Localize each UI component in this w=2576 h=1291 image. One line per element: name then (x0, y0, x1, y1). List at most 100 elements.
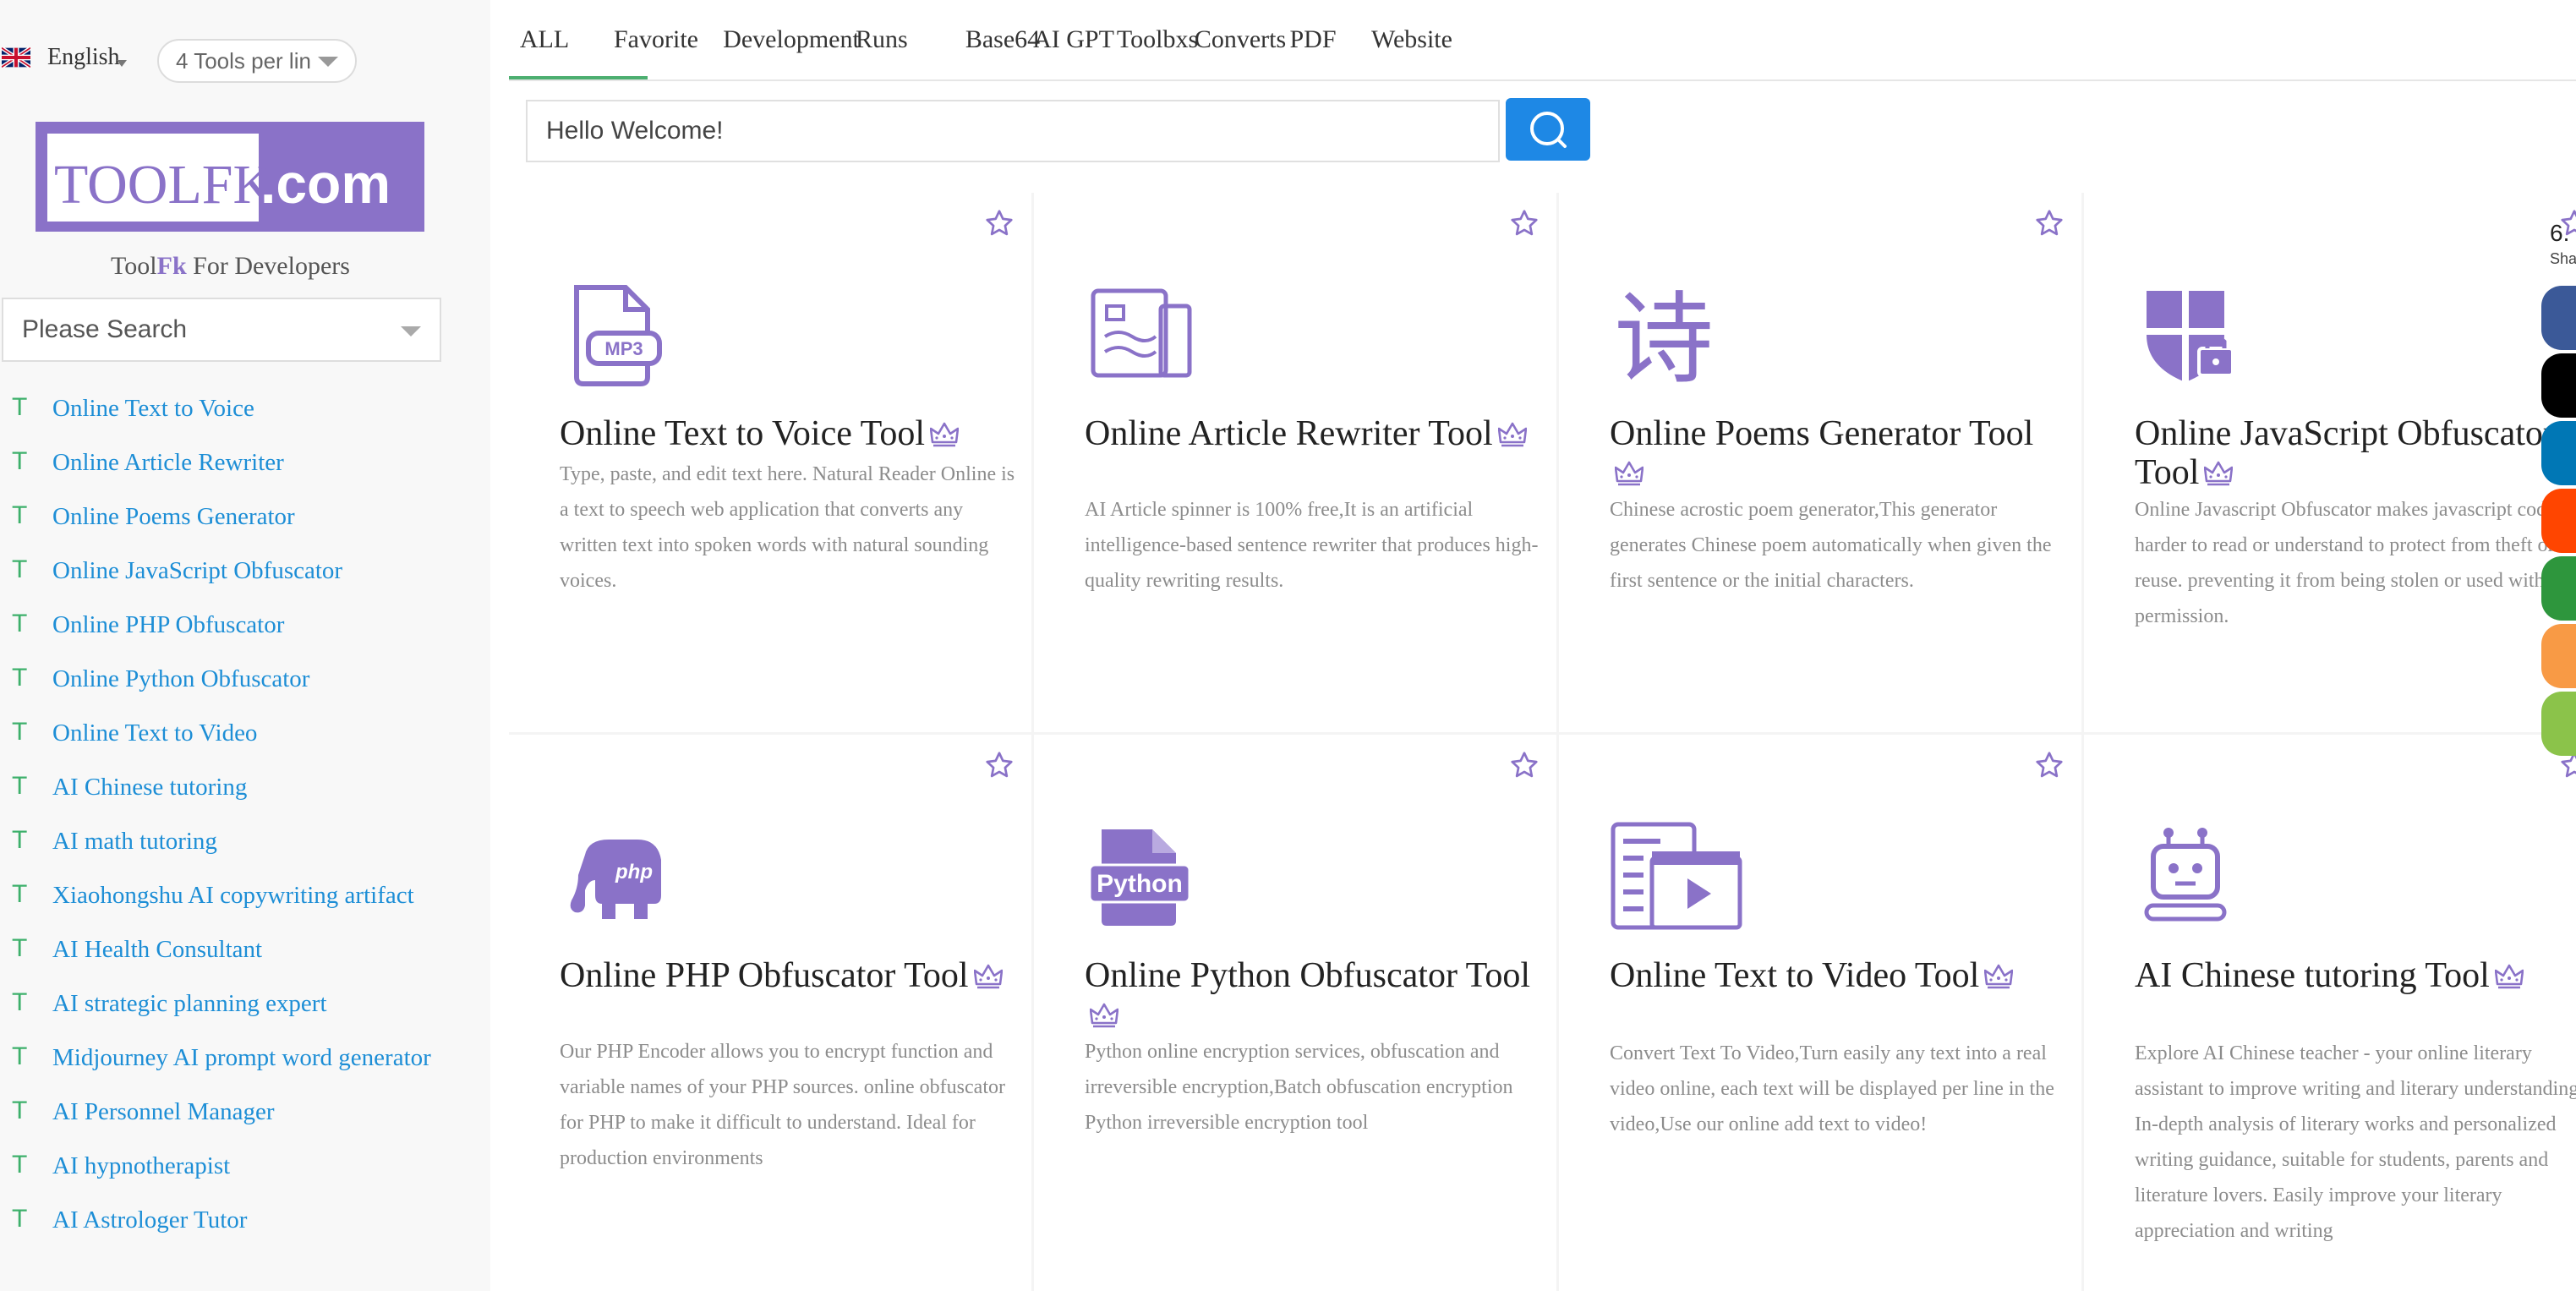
sidebar-item[interactable]: T Online Text to Voice (0, 391, 473, 445)
category-tabs: ALL Favorite Development Runs Base64 AI GPT To… (509, 0, 2576, 81)
tool-card[interactable]: Online Article Rewriter Tool AI Article s… (1034, 193, 1556, 732)
tool-card-title[interactable]: Online JavaScript Obfuscator Tool (2135, 414, 2576, 495)
sidebar-item[interactable]: T AI Chinese tutoring (0, 769, 473, 823)
sidebar-item-label[interactable]: AI math tutoring (52, 823, 467, 859)
sidebar-item[interactable]: T Online PHP Obfuscator (0, 607, 473, 661)
mp3-file-icon: MP3 (560, 279, 670, 389)
tool-card-title[interactable]: AI Chinese tutoring Tool (2135, 956, 2576, 998)
douban-share-icon[interactable] (2541, 556, 2576, 621)
share-bar: 6. Sha (2541, 193, 2576, 785)
welcome-text: Hello Welcome! (546, 117, 724, 145)
uk-flag-icon (2, 47, 30, 68)
tab-all[interactable]: ALL (509, 25, 580, 54)
tool-grid: MP3 Online Text to Voice Tool Type, paste,… (509, 193, 2576, 1291)
crown-icon (1089, 998, 1119, 1037)
php-elephant-icon: php (560, 821, 670, 931)
tab-runs[interactable]: Runs (856, 25, 908, 54)
sidebar-item[interactable]: T Midjourney AI prompt word generator (0, 1040, 473, 1094)
reddit-share-icon[interactable] (2541, 489, 2576, 553)
tab-website[interactable]: Website (1370, 25, 1454, 54)
sidebar-item-label[interactable]: AI Chinese tutoring (52, 769, 467, 805)
tab-toolbxs[interactable]: Toolbxs (1108, 25, 1207, 54)
sidebar-item[interactable]: T AI strategic planning expert (0, 986, 473, 1040)
sidebar-item[interactable]: T Online JavaScript Obfuscator (0, 553, 473, 607)
tool-card-title[interactable]: Online PHP Obfuscator Tool (560, 956, 1016, 998)
x-share-icon[interactable] (2541, 353, 2576, 418)
tool-card[interactable]: MP3 Online Text to Voice Tool Type, paste,… (509, 193, 1031, 732)
sidebar-item-label[interactable]: Online Text to Video (52, 715, 467, 751)
share-label: Sha (2550, 250, 2576, 267)
tool-card[interactable]: php Online PHP Obfuscator Tool Our PHP Enc… (509, 735, 1031, 1291)
favorite-star-icon[interactable] (2034, 208, 2065, 243)
favorite-star-icon[interactable] (2034, 750, 2065, 785)
favorite-star-icon[interactable] (1509, 208, 1540, 243)
tool-card-title[interactable]: Online Text to Video Tool (1610, 956, 2066, 998)
text-tool-icon: T (12, 664, 28, 692)
linkedin-share-icon[interactable] (2541, 421, 2576, 485)
sidebar-item-label[interactable]: Xiaohongshu AI copywriting artifact (52, 878, 467, 913)
tool-card[interactable]: AI Chinese tutoring Tool Explore AI Chine… (2084, 735, 2576, 1291)
sidebar-item[interactable]: T AI Health Consultant (0, 932, 473, 986)
sidebar-item-label[interactable]: Online Text to Voice (52, 391, 467, 426)
sidebar-item-label[interactable]: AI strategic planning expert (52, 986, 467, 1021)
crown-icon (1497, 417, 1527, 456)
sidebar-item[interactable]: T Online Article Rewriter (0, 445, 473, 499)
sidebar-item-label[interactable]: Online Article Rewriter (52, 445, 467, 480)
weibo-share-icon[interactable] (2541, 624, 2576, 688)
tool-card[interactable]: Python Online Python Obfuscator Tool Pytho… (1034, 735, 1556, 1291)
text-tool-icon: T (12, 934, 28, 962)
svg-text:php: php (615, 861, 653, 883)
favorite-star-icon[interactable] (984, 750, 1015, 785)
tab-ai-gpt[interactable]: AI GPT (1031, 25, 1116, 54)
chevron-down-icon (401, 326, 421, 336)
favorite-star-icon[interactable] (984, 208, 1015, 243)
text-tool-icon: T (12, 772, 28, 800)
sidebar-item-label[interactable]: AI hypnotherapist (52, 1148, 467, 1184)
tool-card-description: Convert Text To Video,Turn easily any te… (1610, 1042, 2054, 1135)
welcome-input[interactable]: Hello Welcome! (526, 100, 1500, 162)
sidebar-item[interactable]: T AI math tutoring (0, 823, 473, 878)
tool-card-title[interactable]: Online Python Obfuscator Tool (1085, 956, 1541, 1037)
search-button[interactable] (1506, 98, 1590, 161)
sidebar-item-label[interactable]: AI Personnel Manager (52, 1094, 467, 1130)
sidebar-item-label[interactable]: Online Python Obfuscator (52, 661, 467, 697)
text-tool-icon: T (12, 826, 28, 854)
sidebar-item[interactable]: T Online Python Obfuscator (0, 661, 473, 715)
language-selector[interactable]: English (2, 44, 127, 71)
sidebar-item-label[interactable]: Online Poems Generator (52, 499, 467, 534)
sidebar-item[interactable]: T Online Text to Video (0, 715, 473, 769)
logo-domain: .com (260, 152, 391, 215)
more-share-icon[interactable] (2541, 692, 2576, 756)
tool-card-title[interactable]: Online Text to Voice Tool (560, 414, 1016, 456)
toolfk-logo[interactable]: TOOLFK .com (36, 122, 424, 232)
sidebar-search-select[interactable]: Please Search (2, 298, 441, 362)
facebook-share-icon[interactable] (2541, 286, 2576, 350)
tool-card[interactable]: Online JavaScript Obfuscator Tool Online … (2084, 193, 2576, 732)
sidebar-item[interactable]: T Xiaohongshu AI copywriting artifact (0, 878, 473, 932)
tool-card-title[interactable]: Online Poems Generator Tool (1610, 414, 2066, 495)
sidebar-item[interactable]: T Online Poems Generator (0, 499, 473, 553)
sidebar-item-label[interactable]: Online PHP Obfuscator (52, 607, 467, 643)
tools-per-line-select[interactable]: 4 Tools per line (157, 39, 357, 83)
favorite-star-icon[interactable] (1509, 750, 1540, 785)
sidebar-item-label[interactable]: AI Astrologer Tutor (52, 1202, 467, 1238)
tab-converts[interactable]: Converts (1194, 25, 1287, 54)
sidebar-item-label[interactable]: AI Health Consultant (52, 932, 467, 967)
tab-pdf[interactable]: PDF (1285, 25, 1341, 54)
tool-card-title[interactable]: Online Article Rewriter Tool (1085, 414, 1541, 456)
tab-development[interactable]: Development (719, 25, 863, 54)
sidebar: English 4 Tools per line TOOLFK .com Too… (0, 0, 490, 1291)
tool-card[interactable]: 诗 Online Poems Generator Tool Chinese acro… (1559, 193, 2081, 732)
tool-card-description: Python online encryption services, obfus… (1085, 1041, 1513, 1134)
text-tool-icon: T (12, 1097, 28, 1124)
active-tab-indicator (509, 76, 648, 79)
sidebar-item-label[interactable]: Online JavaScript Obfuscator (52, 553, 467, 588)
python-file-icon: Python (1085, 821, 1195, 931)
sidebar-item[interactable]: T AI hypnotherapist (0, 1148, 473, 1202)
tab-favorite[interactable]: Favorite (614, 25, 698, 54)
sidebar-item-label[interactable]: Midjourney AI prompt word generator (52, 1040, 467, 1075)
sidebar-item[interactable]: T AI Astrologer Tutor (0, 1202, 473, 1256)
tool-card[interactable]: Online Text to Video Tool Convert Text To… (1559, 735, 2081, 1291)
sidebar-item[interactable]: T AI Personnel Manager (0, 1094, 473, 1148)
search-icon (1530, 112, 1567, 148)
